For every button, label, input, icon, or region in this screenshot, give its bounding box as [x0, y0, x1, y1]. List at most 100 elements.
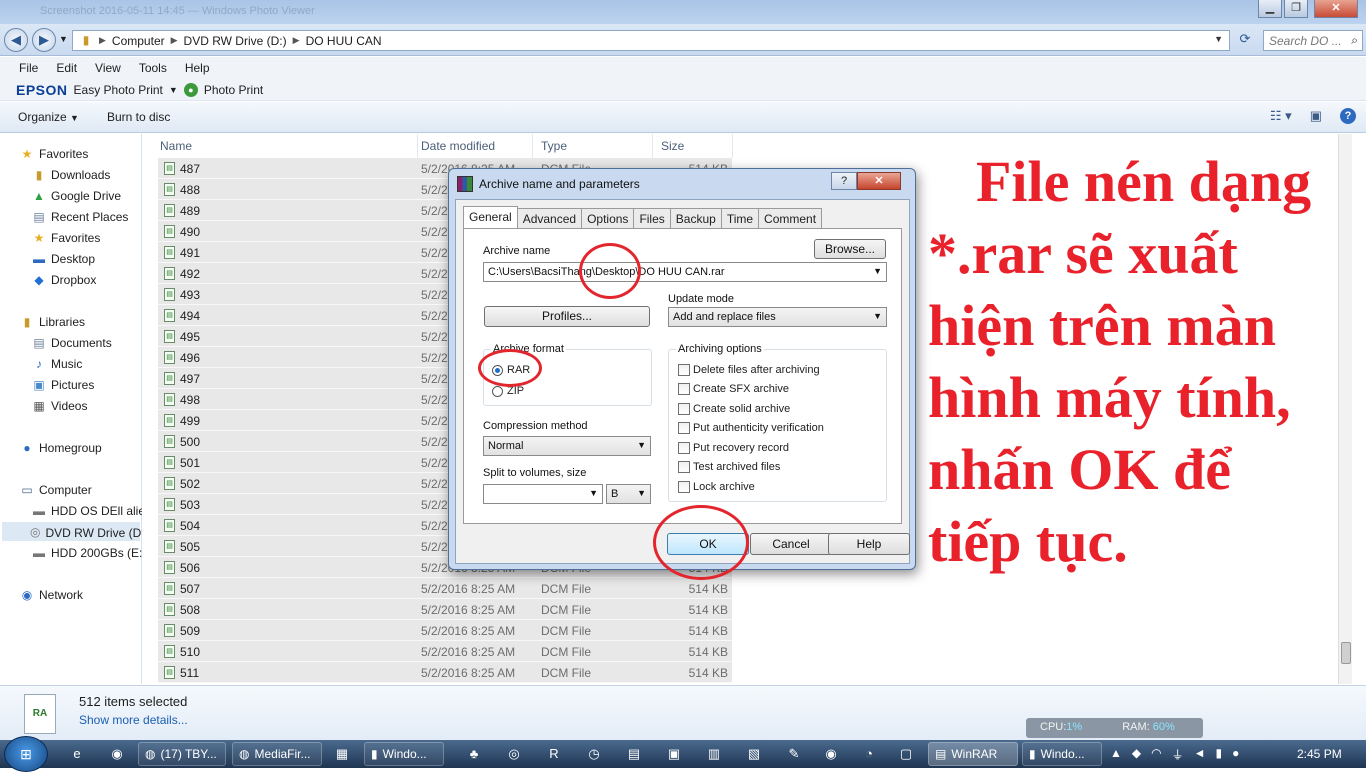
breadcrumb-folder[interactable]: DO HUU CAN: [306, 34, 382, 48]
app-icon[interactable]: ◉: [822, 745, 840, 763]
nav-dvd-drive[interactable]: ◎ DVD RW Drive (D:): [2, 522, 149, 541]
photo-print-button[interactable]: Photo Print: [204, 83, 263, 97]
breadcrumb-dvd-drive[interactable]: DVD RW Drive (D:): [184, 34, 287, 48]
app-icon[interactable]: ◔: [860, 745, 878, 763]
taskbar-explorer-1[interactable]: ▮ Windo...: [364, 742, 444, 766]
help-button[interactable]: Help: [828, 533, 910, 555]
nav-favorites[interactable]: ★ Favorites: [20, 147, 89, 161]
app-icon[interactable]: ▢: [897, 745, 915, 763]
easy-photo-print-button[interactable]: Easy Photo Print: [74, 83, 163, 97]
app-icon[interactable]: ◎: [505, 745, 523, 763]
nav-videos[interactable]: ▦ Videos: [32, 399, 87, 413]
nav-recent-places[interactable]: ▤ Recent Places: [32, 210, 128, 224]
recent-pages-icon[interactable]: ▼: [59, 34, 68, 44]
app-icon[interactable]: ✎: [785, 745, 803, 763]
nav-homegroup[interactable]: ● Homegroup: [20, 441, 101, 455]
column-header-size[interactable]: Size: [653, 134, 733, 158]
dialog-help-button[interactable]: ?: [831, 172, 857, 190]
view-options-icon[interactable]: ☷ ▾: [1270, 108, 1292, 124]
nav-favorites-2[interactable]: ★ Favorites: [32, 231, 101, 245]
option-delete-files[interactable]: Delete files after archiving: [678, 364, 820, 376]
taskbar-explorer-2[interactable]: ▮ Windo...: [1022, 742, 1102, 766]
back-button[interactable]: ◀: [4, 28, 28, 52]
nav-google-drive[interactable]: ▲ Google Drive: [32, 189, 121, 203]
update-mode-select[interactable]: Add and replace files ▼: [668, 307, 887, 327]
help-icon[interactable]: ?: [1340, 108, 1356, 124]
dialog-close-button[interactable]: ✕: [857, 172, 901, 190]
table-row[interactable]: ▤ 507 5/2/2016 8:25 AM DCM File 514 KB: [158, 578, 732, 599]
breadcrumb-computer[interactable]: Computer: [112, 34, 165, 48]
taskbar-firefox[interactable]: ◍ (17) TBY...: [138, 742, 226, 766]
option-authenticity[interactable]: Put authenticity verification: [678, 422, 824, 434]
compression-select[interactable]: Normal ▼: [483, 436, 651, 456]
taskbar-mediafire[interactable]: ◍ MediaFir...: [232, 742, 322, 766]
show-hidden-icons-icon[interactable]: ▲: [1110, 746, 1122, 763]
nav-computer[interactable]: ▭ Computer: [20, 483, 91, 497]
app-icon[interactable]: ▦: [333, 745, 351, 763]
split-unit-select[interactable]: B ▼: [606, 484, 651, 504]
profiles-button[interactable]: Profiles...: [484, 306, 650, 327]
split-volumes-field[interactable]: ▼: [483, 484, 603, 504]
wifi-icon[interactable]: ◠: [1151, 746, 1161, 763]
dropbox-tray-icon[interactable]: ◆: [1132, 746, 1141, 763]
scrollbar-thumb[interactable]: [1341, 642, 1351, 664]
app-icon[interactable]: ▥: [705, 745, 723, 763]
clock[interactable]: 2:45 PM: [1297, 747, 1342, 761]
nav-desktop[interactable]: ▬ Desktop: [32, 252, 95, 266]
refresh-icon[interactable]: ⟳: [1235, 31, 1255, 50]
nav-pictures[interactable]: ▣ Pictures: [32, 378, 94, 392]
network-tray-icon[interactable]: ●: [1232, 746, 1239, 763]
table-row[interactable]: ▤ 511 5/2/2016 8:25 AM DCM File 514 KB: [158, 662, 732, 683]
table-row[interactable]: ▤ 510 5/2/2016 8:25 AM DCM File 514 KB: [158, 641, 732, 662]
menu-edit[interactable]: Edit: [47, 57, 86, 79]
app-icon[interactable]: ▧: [745, 745, 763, 763]
option-recovery-record[interactable]: Put recovery record: [678, 442, 789, 454]
maximize-button[interactable]: ❐: [1284, 0, 1308, 18]
column-header-name[interactable]: Name: [152, 134, 418, 158]
nav-network[interactable]: ◉ Network: [20, 588, 83, 602]
column-header-date[interactable]: Date modified: [413, 134, 533, 158]
chevron-down-icon[interactable]: ▼: [169, 85, 178, 95]
organize-button[interactable]: Organize ▼: [18, 110, 79, 124]
option-create-sfx[interactable]: Create SFX archive: [678, 383, 789, 395]
browse-button[interactable]: Browse...: [814, 239, 886, 259]
cancel-button[interactable]: Cancel: [750, 533, 832, 555]
forward-button[interactable]: ▶: [32, 28, 56, 52]
app-icon[interactable]: ▣: [665, 745, 683, 763]
menu-tools[interactable]: Tools: [130, 57, 176, 79]
table-row[interactable]: ▤ 508 5/2/2016 8:25 AM DCM File 514 KB: [158, 599, 732, 620]
preview-pane-icon[interactable]: ▣: [1310, 108, 1322, 124]
signal-icon[interactable]: ▮: [1216, 746, 1223, 763]
option-lock-archive[interactable]: Lock archive: [678, 481, 755, 493]
taskbar-winrar[interactable]: ▤ WinRAR: [928, 742, 1018, 766]
app-icon[interactable]: ♣: [465, 745, 483, 763]
address-bar[interactable]: ▮ ▶ Computer ▶ DVD RW Drive (D:) ▶ DO HU…: [72, 30, 1230, 51]
chrome-icon[interactable]: ◉: [108, 745, 126, 763]
minimize-button[interactable]: ▁: [1258, 0, 1282, 18]
usb-icon[interactable]: ⏚: [1172, 746, 1184, 763]
nav-libraries[interactable]: ▮ Libraries: [20, 315, 85, 329]
search-input[interactable]: Search DO ... ⌕: [1263, 30, 1363, 51]
nav-downloads[interactable]: ▮ Downloads: [32, 168, 111, 182]
menu-view[interactable]: View: [86, 57, 130, 79]
nav-hdd-e[interactable]: ▬ HDD 200GBs (E:): [32, 546, 146, 560]
nav-documents[interactable]: ▤ Documents: [32, 336, 111, 350]
menu-file[interactable]: File: [10, 57, 47, 79]
app-icon[interactable]: ▤: [625, 745, 643, 763]
nav-hdd-os[interactable]: ▬ HDD OS DEll alien: [32, 504, 152, 518]
burn-to-disc-button[interactable]: Burn to disc: [107, 110, 170, 124]
tab-general[interactable]: General: [463, 206, 518, 229]
ie-icon[interactable]: e: [68, 745, 86, 763]
app-icon[interactable]: R: [545, 745, 563, 763]
app-icon[interactable]: ◷: [585, 745, 603, 763]
column-header-type[interactable]: Type: [533, 134, 653, 158]
show-more-details-link[interactable]: Show more details...: [79, 713, 188, 727]
chevron-down-icon[interactable]: ▼: [1214, 34, 1223, 44]
close-button[interactable]: ✕: [1314, 0, 1358, 18]
nav-music[interactable]: ♪ Music: [32, 357, 82, 371]
table-row[interactable]: ▤ 509 5/2/2016 8:25 AM DCM File 514 KB: [158, 620, 732, 641]
option-create-solid[interactable]: Create solid archive: [678, 403, 790, 415]
start-button[interactable]: ⊞: [4, 736, 48, 772]
menu-help[interactable]: Help: [176, 57, 219, 79]
archive-name-field[interactable]: C:\Users\BacsiThang\Desktop\DO HUU CAN.r…: [483, 262, 887, 282]
